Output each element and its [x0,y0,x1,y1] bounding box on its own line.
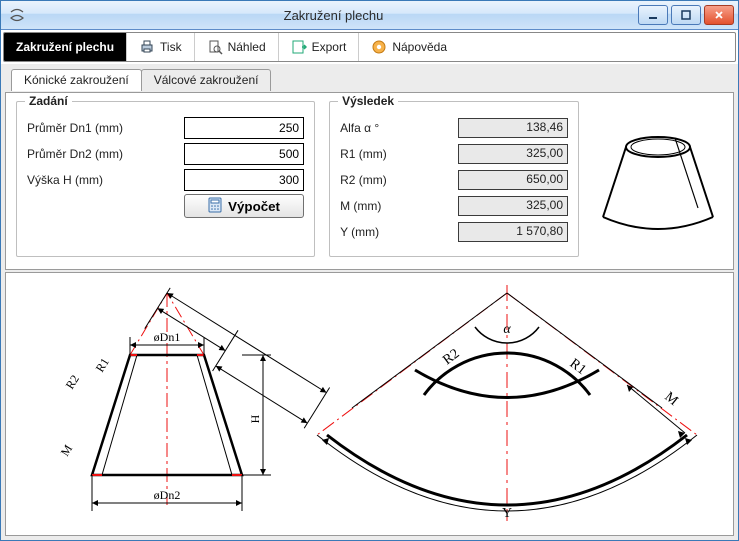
h-input[interactable] [184,169,304,191]
app-icon [9,7,25,23]
minimize-button[interactable] [638,5,668,25]
toolbar: Zakružení plechu Tisk Náhled Export Nápo… [3,32,736,62]
print-label: Tisk [160,40,182,54]
tab-conical[interactable]: Kónické zakroužení [11,69,142,91]
export-button[interactable]: Export [278,33,359,61]
r2-label: R2 (mm) [340,173,452,187]
title-bar: Zakružení plechu [1,1,738,30]
dn1-input[interactable] [184,117,304,139]
dn2-input[interactable] [184,143,304,165]
help-icon [371,39,387,55]
dim-alpha: α [503,322,511,337]
preview-label: Náhled [228,40,266,54]
preview-button[interactable]: Náhled [194,33,278,61]
io-panel: Zadání Průměr Dn1 (mm) Průměr Dn2 (mm) V… [5,92,734,270]
h-label: Výška H (mm) [27,173,178,187]
r1-label: R1 (mm) [340,147,452,161]
cone-3d-preview [593,101,723,257]
dim-dn1: øDn1 [154,330,181,344]
technical-drawing: øDn1 øDn2 H [5,272,734,536]
dim-y: Y [502,506,512,521]
app-window: Zakružení plechu Zakružení plechu Tisk N… [0,0,739,541]
input-group: Zadání Průměr Dn1 (mm) Průměr Dn2 (mm) V… [16,101,315,257]
window-title: Zakružení plechu [29,8,638,23]
dim-dn2: øDn2 [154,488,181,502]
preview-icon [207,39,223,55]
m-value: 325,00 [458,196,568,216]
dim-r1-left: R1 [93,355,112,374]
help-label: Nápověda [392,40,447,54]
window-controls [638,5,734,25]
alfa-value: 138,46 [458,118,568,138]
dim-m-dev: M [661,389,681,409]
help-button[interactable]: Nápověda [358,33,459,61]
print-button[interactable]: Tisk [126,33,194,61]
print-icon [139,39,155,55]
calculator-icon [208,197,222,216]
y-label: Y (mm) [340,225,452,239]
compute-button[interactable]: Výpočet [184,194,304,218]
export-label: Export [312,40,347,54]
export-icon [291,39,307,55]
input-legend: Zadání [25,94,72,108]
toolbar-title: Zakružení plechu [4,33,126,61]
close-button[interactable] [704,5,734,25]
m-label: M (mm) [340,199,452,213]
dim-h: H [248,414,262,423]
dn1-label: Průměr Dn1 (mm) [27,121,178,135]
r2-value: 650,00 [458,170,568,190]
output-legend: Výsledek [338,94,398,108]
compute-label: Výpočet [228,199,280,214]
dn2-label: Průměr Dn2 (mm) [27,147,178,161]
dim-r2-left: R2 [63,372,82,391]
output-group: Výsledek Alfa α °138,46 R1 (mm)325,00 R2… [329,101,579,257]
tab-strip: Kónické zakroužení Válcové zakroužení [11,68,734,90]
tab-cylindrical[interactable]: Válcové zakroužení [141,69,272,91]
client-area: Kónické zakroužení Válcové zakroužení Za… [1,64,738,540]
maximize-button[interactable] [671,5,701,25]
alfa-label: Alfa α ° [340,121,452,135]
r1-value: 325,00 [458,144,568,164]
dim-m-left: M [58,442,76,459]
y-value: 1 570,80 [458,222,568,242]
